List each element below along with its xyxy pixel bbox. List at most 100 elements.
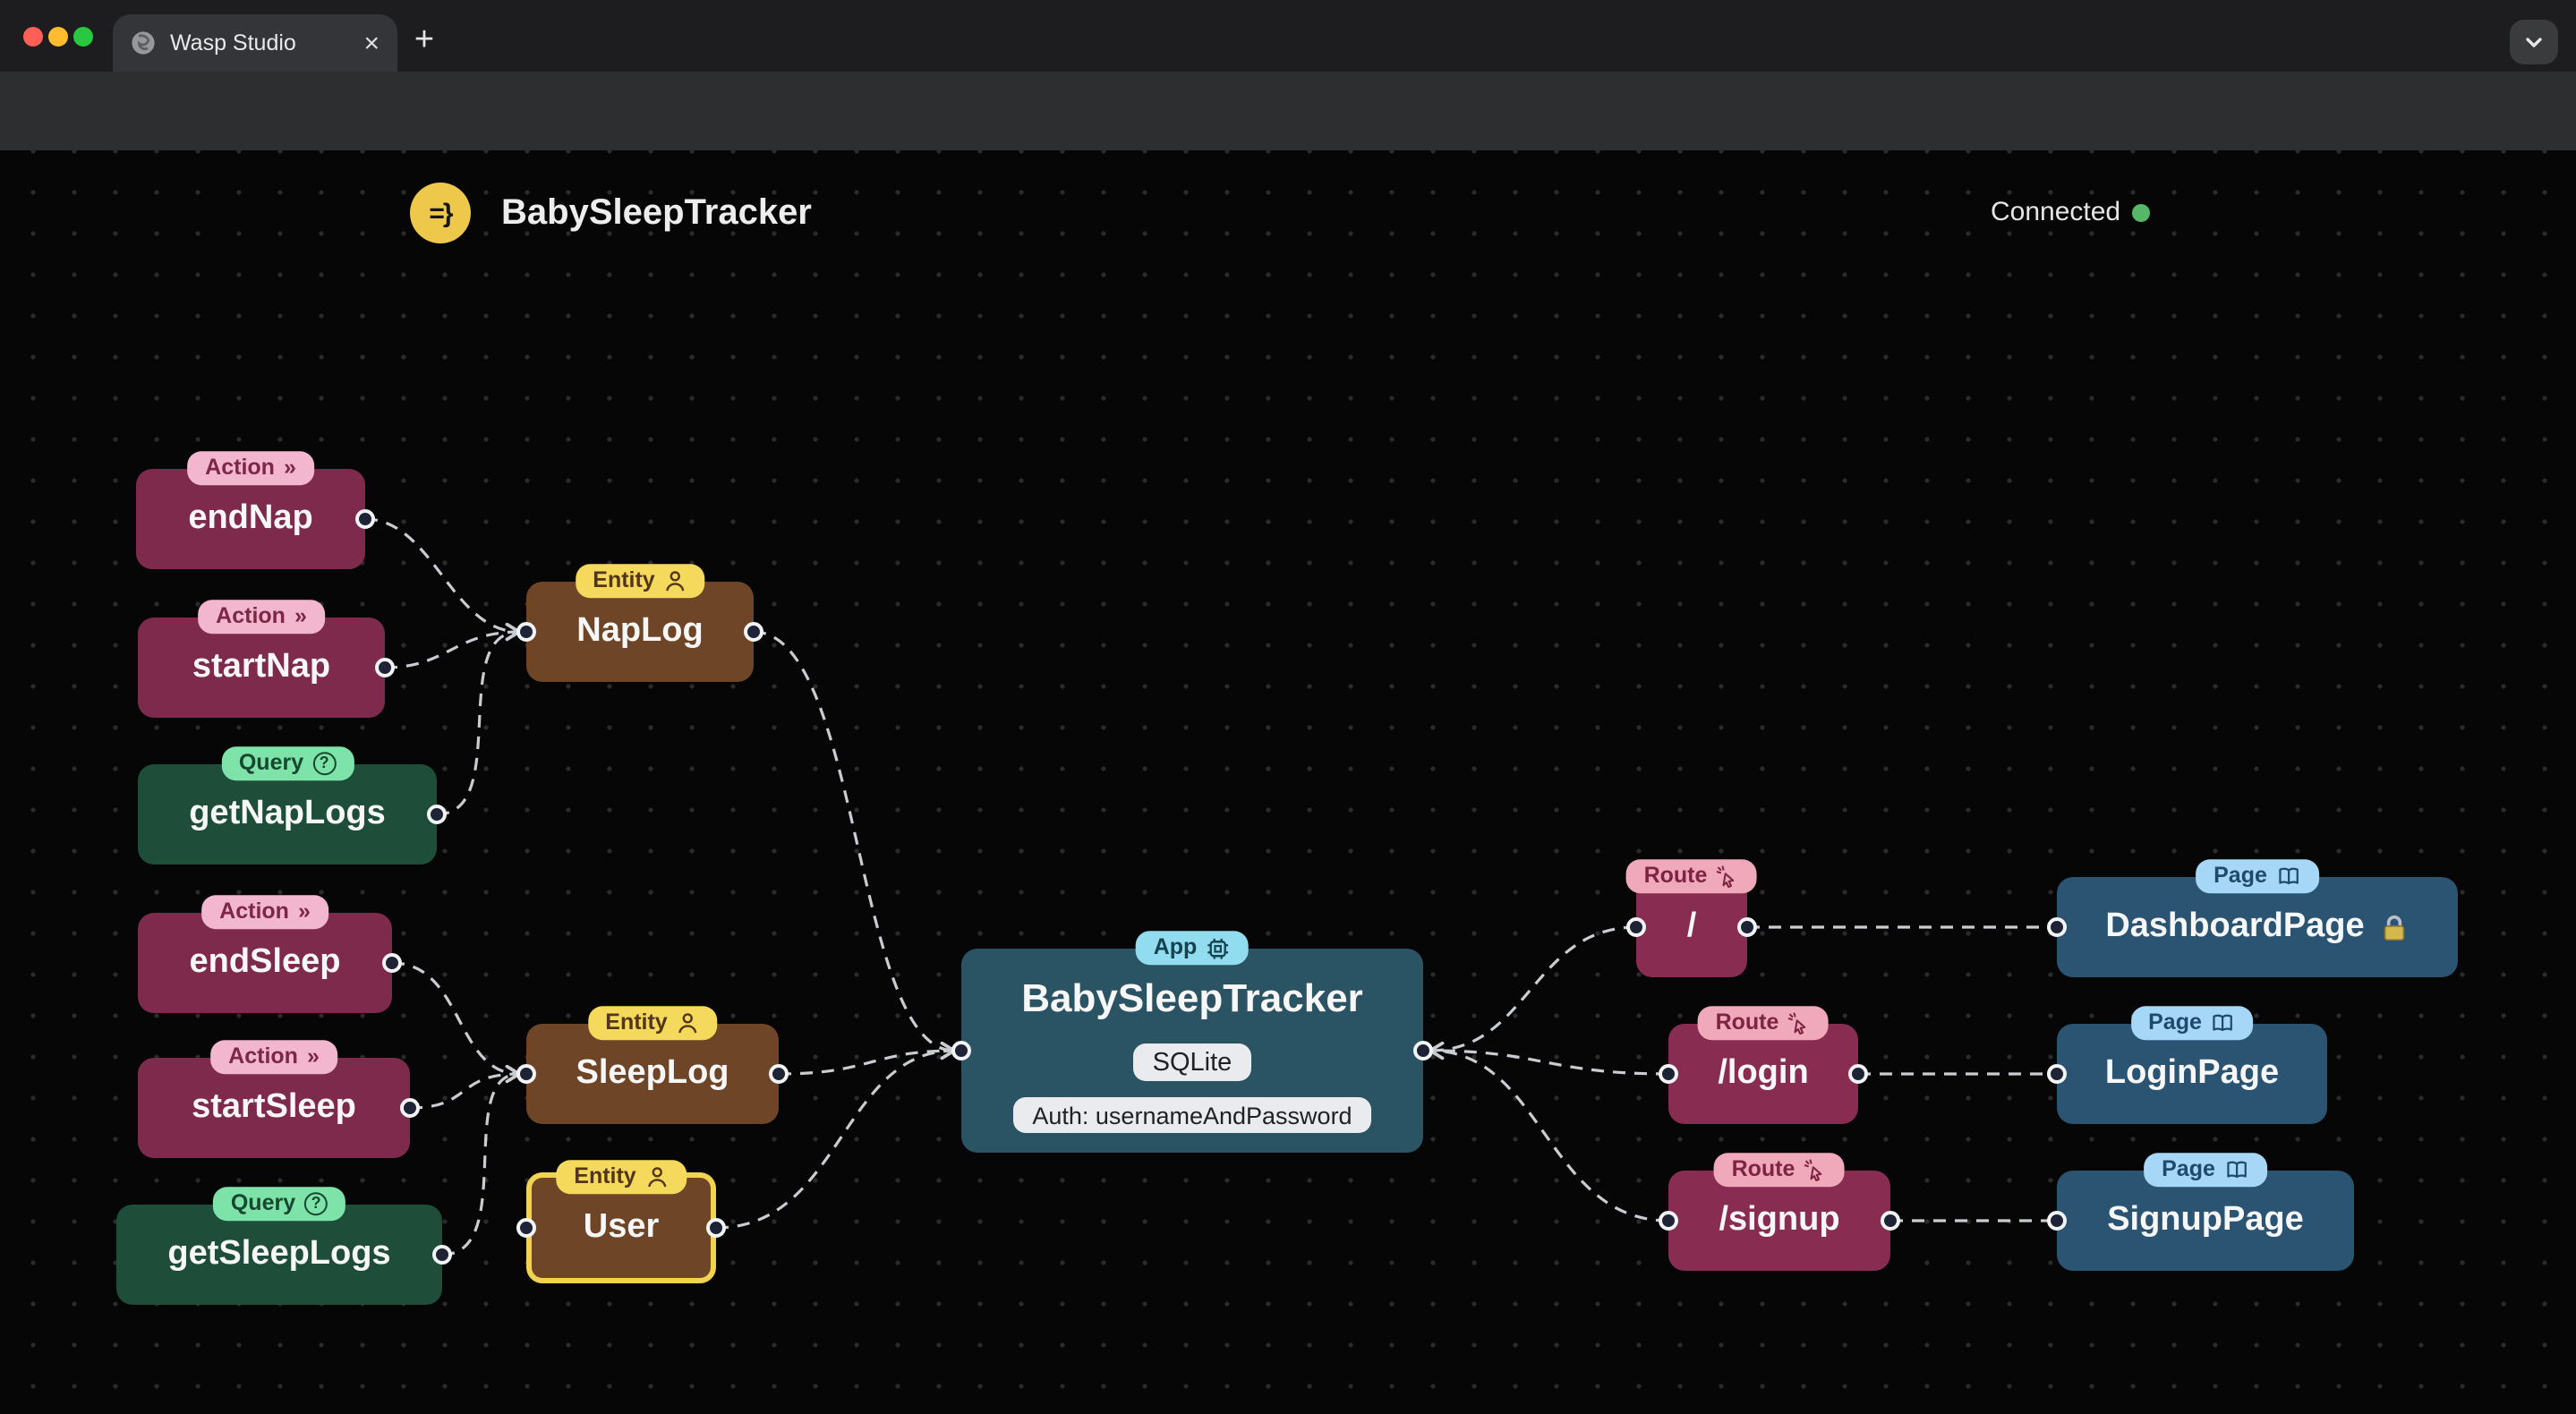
node-label: BabySleepTracker bbox=[1021, 975, 1363, 1020]
query-badge: Query ? bbox=[212, 1187, 346, 1222]
badge-label: Action bbox=[205, 455, 275, 481]
node-User[interactable]: Entity User bbox=[526, 1160, 716, 1283]
node-label: SignupPage bbox=[2107, 1201, 2304, 1239]
badge-label: Action bbox=[216, 603, 286, 629]
node-DashboardPage[interactable]: Page DashboardPage bbox=[2057, 859, 2458, 977]
action-chevrons-icon: » bbox=[294, 603, 307, 629]
cursor-click-icon bbox=[1788, 1012, 1807, 1035]
node-label: getNapLogs bbox=[189, 795, 386, 832]
person-icon bbox=[647, 1167, 666, 1188]
tab-close-icon[interactable]: × bbox=[363, 30, 380, 56]
port-app-right[interactable] bbox=[1413, 1041, 1433, 1060]
route-badge: Route bbox=[1697, 1006, 1830, 1041]
tab-wasp-studio[interactable]: Wasp Studio × bbox=[113, 14, 397, 72]
badge-label: Action bbox=[228, 1043, 298, 1069]
node-startNap[interactable]: Action » startNap bbox=[138, 600, 385, 718]
edge-endNap-NapLog bbox=[364, 517, 521, 642]
port-SignupPage-in[interactable] bbox=[2047, 1211, 2067, 1231]
node-getSleepLogs[interactable]: Query ? getSleepLogs bbox=[116, 1187, 442, 1305]
badge-label: Query bbox=[230, 1190, 296, 1216]
port-NapLog-out[interactable] bbox=[744, 622, 763, 642]
port-route-login-right[interactable] bbox=[1848, 1064, 1868, 1084]
port-route-signup-left[interactable] bbox=[1659, 1211, 1678, 1231]
node-route-signup[interactable]: Route /signup bbox=[1668, 1153, 1890, 1271]
node-route-login[interactable]: Route /login bbox=[1668, 1006, 1858, 1124]
open-book-icon bbox=[2213, 1014, 2233, 1032]
badge-label: App bbox=[1153, 934, 1198, 960]
port-route-root-right[interactable] bbox=[1737, 917, 1757, 937]
port-SleepLog-in[interactable] bbox=[516, 1064, 536, 1084]
cursor-click-icon bbox=[1804, 1159, 1823, 1182]
port-route-login-left[interactable] bbox=[1659, 1064, 1678, 1084]
action-chevrons-icon: » bbox=[283, 455, 296, 481]
port-startNap-out[interactable] bbox=[375, 658, 395, 677]
wasp-studio-canvas[interactable]: =} BabySleepTracker Connected Action » e… bbox=[0, 150, 2576, 1414]
port-getSleepLogs-out[interactable] bbox=[432, 1245, 452, 1265]
db-chip: SQLite bbox=[1132, 1043, 1252, 1081]
tab-search-button[interactable] bbox=[2510, 20, 2558, 64]
tab-favicon bbox=[132, 31, 155, 55]
route-badge: Route bbox=[1713, 1153, 1846, 1188]
node-app-BabySleepTracker[interactable]: App BabySleepTracker SQLite Auth: userna… bbox=[961, 931, 1423, 1153]
new-tab-button[interactable]: + bbox=[401, 18, 448, 64]
app-badge: App bbox=[1135, 931, 1250, 966]
entity-badge: Entity bbox=[556, 1160, 687, 1195]
node-route-root[interactable]: Route / bbox=[1625, 859, 1758, 977]
lock-icon bbox=[2384, 914, 2404, 941]
route-badge: Route bbox=[1625, 859, 1758, 894]
page-badge: Page bbox=[2130, 1006, 2254, 1041]
node-SleepLog[interactable]: Entity SleepLog bbox=[526, 1006, 779, 1124]
node-label: DashboardPage bbox=[2105, 907, 2365, 945]
port-route-root-left[interactable] bbox=[1626, 917, 1646, 937]
node-label: startNap bbox=[192, 648, 331, 686]
cursor-click-icon bbox=[1717, 865, 1736, 889]
auth-chip: Auth: usernameAndPassword bbox=[1012, 1097, 1372, 1133]
badge-label: Entity bbox=[593, 567, 655, 593]
badge-label: Page bbox=[2213, 863, 2267, 889]
action-chevrons-icon: » bbox=[297, 899, 311, 924]
page-badge: Page bbox=[2196, 859, 2319, 894]
port-startSleep-out[interactable] bbox=[400, 1098, 420, 1118]
node-endSleep[interactable]: Action » endSleep bbox=[138, 895, 392, 1013]
badge-label: Route bbox=[1715, 1009, 1779, 1035]
open-book-icon bbox=[2279, 867, 2299, 885]
window-minimize-button[interactable] bbox=[47, 26, 67, 46]
node-endNap[interactable]: Action » endNap bbox=[136, 451, 365, 569]
node-startSleep[interactable]: Action » startSleep bbox=[138, 1040, 410, 1158]
port-User-in[interactable] bbox=[516, 1218, 536, 1238]
port-route-signup-right[interactable] bbox=[1881, 1211, 1900, 1231]
node-label: User bbox=[583, 1208, 660, 1246]
page-badge: Page bbox=[2144, 1153, 2267, 1188]
node-getNapLogs[interactable]: Query ? getNapLogs bbox=[138, 746, 437, 865]
port-LoginPage-in[interactable] bbox=[2047, 1064, 2067, 1084]
window-close-button[interactable] bbox=[22, 26, 42, 46]
badge-label: Query bbox=[238, 750, 304, 776]
action-badge: Action » bbox=[201, 895, 328, 930]
query-badge: Query ? bbox=[220, 746, 354, 781]
node-LoginPage[interactable]: Page LoginPage bbox=[2057, 1006, 2327, 1124]
port-app-left[interactable] bbox=[951, 1041, 971, 1060]
port-endNap-out[interactable] bbox=[355, 509, 375, 529]
node-NapLog[interactable]: Entity NapLog bbox=[526, 564, 754, 682]
person-icon bbox=[666, 571, 685, 592]
browser-window: Wasp Studio × + =} BabySleepTracker Conn… bbox=[0, 0, 2576, 1414]
port-DashboardPage-in[interactable] bbox=[2047, 917, 2067, 937]
port-endSleep-out[interactable] bbox=[382, 953, 402, 973]
tab-strip: Wasp Studio × + bbox=[0, 0, 2576, 72]
port-getNapLogs-out[interactable] bbox=[427, 805, 447, 824]
action-badge: Action » bbox=[210, 1040, 337, 1075]
node-label: NapLog bbox=[576, 612, 704, 650]
browser-toolbar: localhost:4000 Incognito Relaunch to upd… bbox=[0, 72, 2576, 215]
person-icon bbox=[678, 1013, 697, 1034]
cpu-chip-icon bbox=[1207, 937, 1229, 958]
badge-label: Page bbox=[2162, 1156, 2215, 1182]
window-zoom-button[interactable] bbox=[73, 26, 92, 46]
port-NapLog-in[interactable] bbox=[516, 622, 536, 642]
port-User-out[interactable] bbox=[706, 1218, 726, 1238]
edge-NapLog-app bbox=[753, 630, 956, 1060]
badge-label: Route bbox=[1643, 863, 1708, 889]
port-SleepLog-out[interactable] bbox=[769, 1064, 789, 1084]
node-label: /signup bbox=[1719, 1201, 1840, 1239]
node-SignupPage[interactable]: Page SignupPage bbox=[2057, 1153, 2354, 1271]
open-book-icon bbox=[2227, 1161, 2247, 1179]
